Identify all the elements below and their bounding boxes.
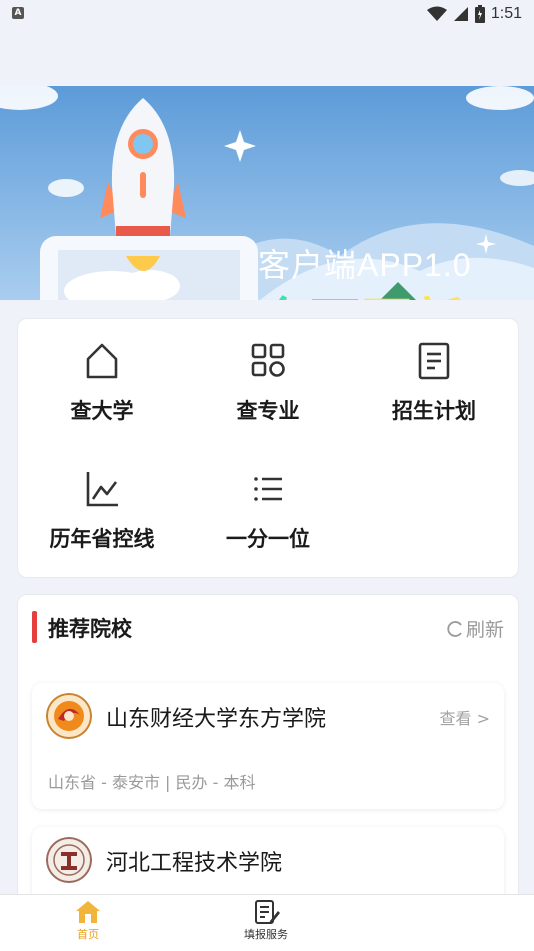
section-accent-bar (32, 611, 37, 643)
school-logo-icon (46, 837, 92, 883)
feature-menu: 查大学 查专业 招生计划 历年省控线 一分一位 (17, 318, 519, 578)
grid-icon (251, 343, 285, 377)
refresh-button[interactable]: 刷新 (446, 615, 504, 642)
menu-item-find-major[interactable]: 查专业 (184, 341, 352, 425)
menu-label: 一分一位 (226, 527, 310, 551)
home-icon (86, 343, 118, 379)
section-title: 推荐院校 (48, 617, 132, 641)
nav-item-home[interactable]: 首页 (48, 899, 128, 942)
nav-item-application-service[interactable]: 填报服务 (226, 899, 306, 942)
banner-subheadline: 全面更新 (258, 282, 466, 300)
view-details-link[interactable]: 查看 > (440, 705, 491, 729)
menu-label: 查大学 (70, 399, 134, 423)
edit-form-icon (255, 900, 280, 924)
menu-label: 招生计划 (392, 399, 476, 423)
school-logo-icon (46, 693, 92, 739)
menu-item-score-rank[interactable]: 一分一位 (184, 469, 352, 553)
school-name: 河北工程技术学院 (106, 851, 283, 876)
status-icons: 1:51 (426, 3, 522, 25)
school-name: 山东财经大学东方学院 (106, 707, 327, 732)
battery-icon (474, 5, 485, 23)
menu-label: 查专业 (236, 399, 300, 423)
recommended-schools-section: 推荐院校 刷新 山东财经大学东方学院 查看 > 山东省 - 泰安市 | 民办 -… (17, 594, 519, 915)
list-icon (254, 477, 282, 501)
bottom-navigation: 首页 填报服务 (0, 894, 534, 951)
refresh-icon (447, 620, 462, 637)
promo-banner[interactable]: 客户端APP1.0 全面更新 (0, 86, 534, 300)
banner-headline: 客户端APP1.0 (258, 247, 472, 283)
status-bar: A 1:51 (0, 0, 534, 28)
nav-label: 首页 (77, 928, 99, 941)
wifi-icon (426, 6, 447, 21)
school-meta: 山东省 - 泰安市 | 民办 - 本科 (48, 773, 256, 792)
line-chart-icon (86, 472, 118, 507)
banner-subheadline-part1: 全面 (258, 293, 362, 300)
notification-badge: A (12, 7, 24, 19)
school-card[interactable]: 山东财经大学东方学院 查看 > 山东省 - 泰安市 | 民办 - 本科 (32, 683, 504, 809)
menu-item-provincial-cutoff[interactable]: 历年省控线 (18, 469, 186, 553)
signal-icon (453, 7, 468, 21)
refresh-label: 刷新 (465, 619, 504, 641)
banner-subheadline-part2: 更新 (362, 293, 466, 300)
menu-item-enrollment-plan[interactable]: 招生计划 (350, 341, 518, 425)
document-icon (418, 342, 450, 380)
nav-label: 填报服务 (244, 928, 288, 941)
menu-item-find-university[interactable]: 查大学 (18, 341, 186, 425)
menu-label: 历年省控线 (49, 527, 155, 551)
clock-time: 1:51 (490, 5, 522, 22)
home-icon (76, 901, 100, 923)
